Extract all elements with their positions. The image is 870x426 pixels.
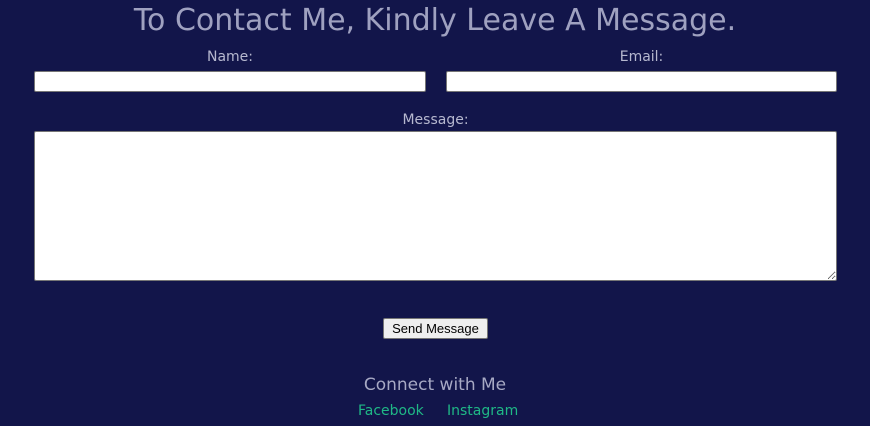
email-label: Email: — [619, 49, 664, 65]
message-field[interactable] — [34, 131, 837, 281]
instagram-link[interactable]: Instagram — [447, 402, 518, 420]
name-label: Name: — [206, 49, 254, 65]
facebook-link[interactable]: Facebook — [358, 402, 424, 420]
page-title: To Contact Me, Kindly Leave A Message. — [133, 3, 737, 38]
connect-heading: Connect with Me — [363, 375, 507, 395]
name-field[interactable] — [34, 71, 426, 92]
contact-page: To Contact Me, Kindly Leave A Message. N… — [0, 0, 870, 426]
email-field[interactable] — [446, 71, 837, 92]
send-message-button[interactable]: Send Message — [383, 318, 488, 339]
message-label: Message: — [402, 112, 469, 128]
